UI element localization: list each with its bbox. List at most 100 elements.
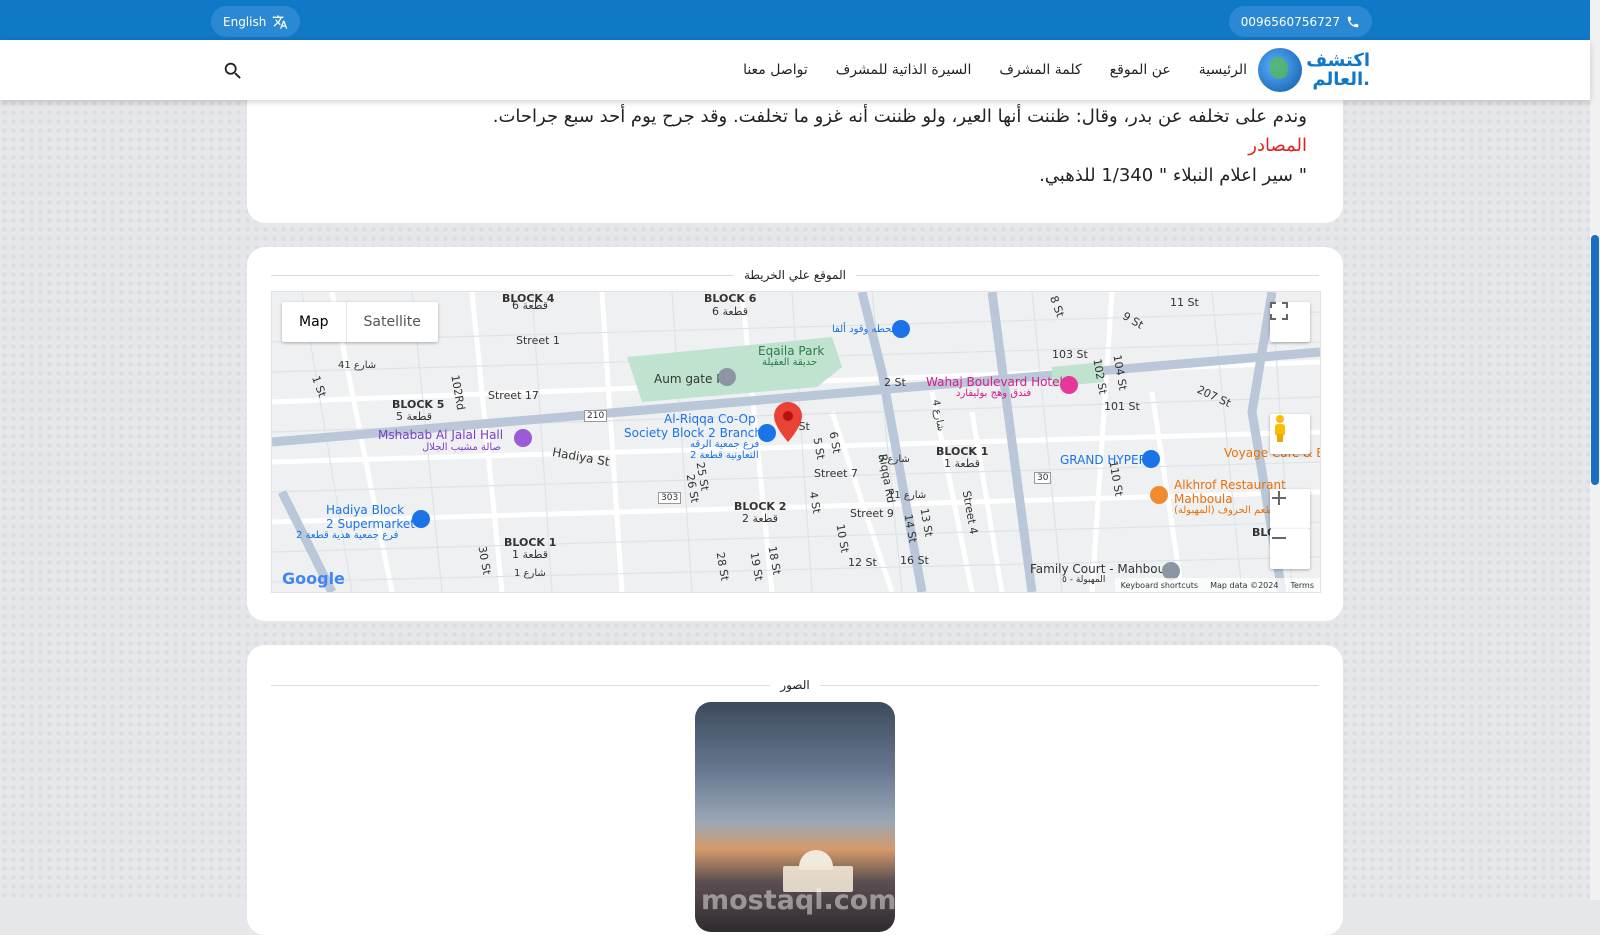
map-label-street7: Street 7 [814, 467, 858, 480]
title-divider [819, 684, 1320, 686]
map-label-block4-ar: قطعة 6 [512, 299, 548, 312]
map-card: الموقع علي الخريطة BLOCK 6 قطعة 6 BLOCK … [247, 247, 1343, 621]
road-shield-303: 303 [658, 492, 682, 504]
main-navbar: اكتشف العالم. الرئيسية عن الموقع كلمة ال… [0, 40, 1590, 100]
zoom-out-button[interactable] [1270, 529, 1310, 569]
minus-icon [1272, 537, 1286, 539]
title-divider [856, 274, 1319, 276]
keyboard-shortcuts-link[interactable]: Keyboard shortcuts [1121, 581, 1198, 590]
translate-icon [273, 14, 288, 29]
map-label-2st: 2 St [884, 376, 906, 389]
restaurant-marker-icon[interactable] [1150, 486, 1168, 504]
map-label-block2-ar: قطعة 2 [742, 512, 778, 525]
language-switch[interactable]: English [211, 6, 301, 37]
top-bar: 0096560756727 English [0, 0, 1590, 40]
map-label-16st: 16 St [900, 554, 929, 567]
map-label-wahaj-ar: فندق وهج بوليفارد [956, 388, 1032, 399]
photos-section-title: الصور [271, 675, 1320, 695]
nav-item-about[interactable]: عن الموقع [1110, 62, 1171, 78]
map-label-101st: 101 St [1104, 400, 1140, 413]
hall-marker-icon[interactable] [514, 429, 532, 447]
map-label-street1: Street 1 [516, 334, 560, 347]
photos-card: الصور mostaql.com [247, 645, 1343, 935]
map-label-block5-ar: قطعة 5 [396, 410, 432, 423]
article-paragraph: وندم على تخلفه عن بدر، وقال: ظننت أنها ا… [492, 106, 1307, 127]
map-label-family-court: Family Court - Mahboula [1030, 562, 1176, 576]
phone-number: 0096560756727 [1240, 14, 1340, 29]
school-marker-icon[interactable] [718, 368, 736, 386]
photos-section-label: الصور [780, 678, 810, 692]
sources-heading: المصادر [1248, 135, 1307, 156]
phone-pill[interactable]: 0096560756727 [1228, 6, 1372, 37]
pegman-icon [1275, 415, 1285, 442]
logo-line-2: العالم. [1312, 69, 1370, 90]
phone-icon [1347, 16, 1359, 27]
map-type-map-button[interactable]: Map [282, 302, 346, 342]
map-label-family-court-ar: المهبولة - ٥ [1062, 575, 1106, 585]
search-icon[interactable] [222, 60, 244, 82]
map-label-11st: 11 St [1170, 296, 1199, 309]
scrollbar-thumb[interactable] [1591, 235, 1599, 485]
map-label-shar41: شارع 41 [338, 360, 377, 371]
map-label-shar9: شارع 9 [878, 454, 910, 465]
map-label-103st: 103 St [1052, 348, 1088, 361]
nav-item-home[interactable]: الرئيسية [1199, 62, 1247, 78]
map-label-block6: BLOCK 6 [704, 292, 757, 305]
map-label-block1b-ar: قطعة 1 [944, 457, 980, 470]
map-label-aum-gate: Aum gate F [654, 372, 724, 386]
language-label: English [223, 14, 267, 29]
map-label-street9: Street 9 [850, 507, 894, 520]
gas-station-marker-icon[interactable] [892, 320, 910, 338]
map-label-alriqqa-ar-2: التعاونية قطعة 2 [690, 450, 759, 461]
nav-links: الرئيسية عن الموقع كلمة المشرف السيرة ال… [743, 40, 1247, 100]
map-label-alriqqa-2: Society Block 2 Branch [624, 426, 762, 440]
map-footer: Keyboard shortcuts Map data ©2024 Terms [1114, 578, 1320, 592]
source-citation: " سير اعلام النبلاء " 1/340 للذهبي. [1039, 165, 1307, 186]
map-label-hadiya-block: Hadiya Block [326, 503, 405, 517]
logo-text: اكتشف العالم. [1306, 51, 1370, 89]
google-logo: Google [282, 569, 345, 588]
map-label-shar1: شارع 1 [514, 568, 546, 579]
mosque-photo[interactable]: mostaql.com [695, 702, 895, 932]
map-section-title: الموقع علي الخريطة [271, 265, 1319, 285]
road-shield-210: 210 [584, 410, 608, 422]
road-shield-30: 30 [1034, 472, 1052, 484]
street-view-button[interactable] [1270, 414, 1310, 454]
map-label-alriqqa: Al-Riqqa Co-Op [664, 412, 756, 426]
logo-line-1: اكتشف [1306, 50, 1370, 71]
title-divider [271, 274, 734, 276]
hotel-marker-icon[interactable] [1060, 376, 1078, 394]
nav-item-contact[interactable]: تواصل معنا [743, 62, 808, 78]
map-data-attribution: Map data ©2024 [1210, 580, 1279, 590]
map-label-hadiya-block-ar: فرع جمعية هدية قطعة 2 [296, 530, 399, 541]
supermarket-marker-icon[interactable] [412, 510, 430, 528]
map-label-12st: 12 St [848, 556, 877, 569]
map-label-wahaj: Wahaj Boulevard Hotel [926, 375, 1063, 389]
plus-icon [1272, 491, 1286, 505]
map-section-label: الموقع علي الخريطة [744, 268, 846, 282]
map-label-mshabab: Mshabab Al Jalal Hall [378, 428, 504, 442]
map-type-satellite-button[interactable]: Satellite [345, 302, 438, 342]
globe-icon [1258, 48, 1303, 92]
map-label-eqaila-park: Eqaila Park [758, 344, 825, 358]
map-type-control: Map Satellite [282, 302, 438, 342]
photo-watermark: mostaql.com [701, 885, 895, 916]
page-scrollbar[interactable] [1590, 0, 1600, 900]
map-label-mshabab-ar: صالة مشبب الجلال [422, 442, 501, 453]
zoom-in-button[interactable] [1270, 489, 1310, 529]
map-label-eqaila-park-ar: حديقة العقيلة [762, 357, 818, 368]
map-label-alkhrof-2: Mahboula [1174, 492, 1233, 506]
embedded-map[interactable]: BLOCK 6 قطعة 6 BLOCK 4 قطعة 6 BLOCK 5 قط… [271, 291, 1321, 593]
map-label-alriqqa-ar: فرع جمعية الرقه [690, 439, 760, 450]
map-label-alkhrof-ar: مطعم الحروف (المهبولة) [1174, 505, 1279, 516]
site-logo[interactable]: اكتشف العالم. [1254, 46, 1370, 94]
grand-hyper-marker-icon[interactable] [1142, 450, 1160, 468]
nav-item-supervisor-cv[interactable]: السيرة الذاتية للمشرف [836, 62, 972, 78]
map-label-mahatta: محطه وقود ألفا [832, 324, 897, 335]
location-pin-icon[interactable] [774, 402, 802, 442]
fullscreen-button[interactable] [1270, 302, 1310, 342]
title-divider [271, 684, 771, 686]
nav-item-supervisor-word[interactable]: كلمة المشرف [999, 62, 1081, 78]
terms-link[interactable]: Terms [1290, 581, 1314, 590]
fullscreen-icon [1270, 302, 1288, 320]
